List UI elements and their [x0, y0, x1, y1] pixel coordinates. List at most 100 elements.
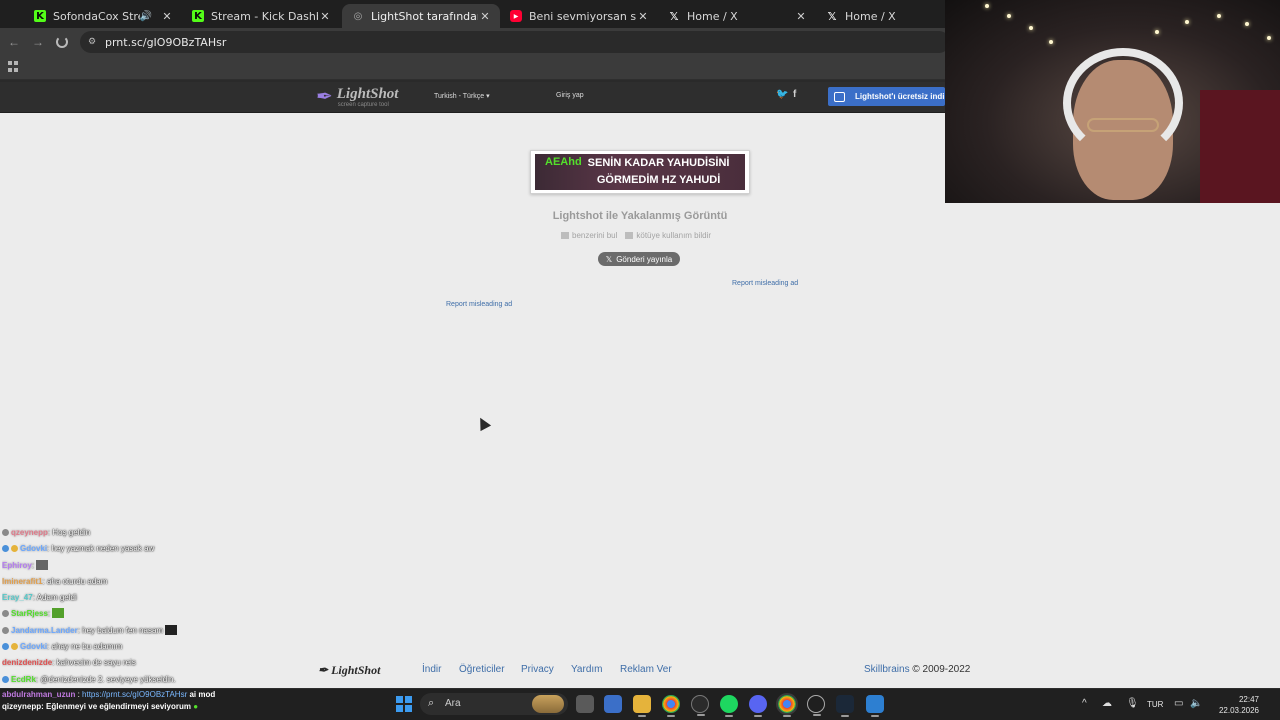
tab-kick-dashboard[interactable]: K Stream - Kick Dashboard ✕ — [182, 4, 340, 28]
tab-x-home-2[interactable]: 𝕏 Home / X — [816, 4, 946, 28]
twitter-icon[interactable]: 🐦 — [776, 89, 788, 100]
start-icon[interactable] — [396, 696, 412, 712]
chat-message: qzeynepp: Hoş geldin — [2, 526, 262, 542]
tab-sofondacox-stream[interactable]: K SofondaCox Stream - Watc 🔊 ✕ — [24, 4, 182, 28]
media-player-icon[interactable] — [807, 695, 825, 716]
chat-message: Gdovki: ahay ne bu adamım — [2, 640, 262, 656]
site-info-icon[interactable]: ⚙ — [88, 36, 98, 46]
chat-text: : aha oturdu adam — [42, 576, 108, 586]
microphone-icon[interactable]: 🎙 — [1126, 698, 1139, 709]
x-icon: 𝕏 — [827, 9, 837, 23]
download-icon — [834, 91, 845, 102]
badge-icon — [2, 626, 9, 634]
network-icon[interactable]: ▭ — [1174, 698, 1183, 709]
report-ad-link-left[interactable]: Report misleading ad — [446, 301, 512, 308]
discord-icon[interactable] — [749, 695, 767, 717]
lightshot-logo[interactable]: ✒ LightShot screen capture tool — [316, 86, 398, 108]
language-select[interactable]: Turkish - Türkçe ▾ — [434, 92, 490, 100]
chat-user: qzeynepp — [11, 528, 48, 537]
url-text[interactable]: prnt.sc/gIO9OBzTAHsr — [105, 36, 226, 49]
download-button[interactable]: Lightshot'ı ücretsiz indi — [828, 87, 945, 106]
speaker-icon[interactable]: 🔊 — [140, 11, 152, 22]
headset — [1063, 48, 1183, 158]
chat-message: Jandarma.Lander: hey baldum fen nasam — [2, 624, 262, 640]
logo-name: LightShot — [336, 86, 399, 102]
footer-link-help[interactable]: Yardım — [571, 664, 603, 675]
tab-lightshot[interactable]: ◎ LightShot tarafından Ekran Gör ✕ — [342, 4, 500, 28]
footer-link-tutorials[interactable]: Öğreticiler — [459, 664, 505, 675]
tab-title: Home / X — [687, 9, 738, 23]
tab-x-home[interactable]: 𝕏 Home / X ✕ — [658, 4, 816, 28]
taskbar-search[interactable]: ⌕ Ara — [420, 693, 568, 715]
post-button[interactable]: 𝕏 Gönderi yayınla — [598, 252, 680, 266]
report-abuse-link[interactable]: kötüye kullanım bildir — [625, 231, 711, 240]
search-icon: ⌕ — [428, 697, 435, 709]
chat-user: Eray_47 — [2, 593, 33, 603]
image-prefix: AEAhd — [545, 156, 582, 168]
forward-icon[interactable]: → — [30, 34, 46, 50]
kick-icon: K — [34, 10, 46, 22]
close-tab-icon[interactable]: ✕ — [318, 10, 332, 23]
obs-icon[interactable] — [691, 695, 709, 716]
facebook-icon[interactable]: f — [793, 89, 796, 100]
loading-icon[interactable] — [56, 36, 68, 48]
emote-icon — [165, 624, 178, 635]
copyright-text: © 2009-2022 — [912, 664, 971, 675]
volume-icon[interactable]: 🔈 — [1190, 698, 1202, 709]
close-tab-icon[interactable]: ✕ — [478, 10, 492, 23]
steam-icon[interactable] — [836, 695, 854, 717]
image-line-1: SENİN KADAR YAHUDİSİNİ — [587, 157, 730, 169]
badge-icon — [11, 545, 18, 553]
chrome-icon[interactable] — [662, 695, 680, 717]
footer-logo[interactable]: ✒ LightShot — [318, 663, 380, 678]
report-abuse-label: kötüye kullanım bildir — [636, 231, 712, 240]
store-icon[interactable] — [604, 695, 622, 713]
image-search-icon — [561, 232, 569, 239]
close-tab-icon[interactable]: ✕ — [794, 10, 808, 23]
webcam-overlay — [945, 0, 1280, 203]
chat-user: Iminerafit1 — [2, 576, 43, 586]
badge-icon — [2, 545, 9, 553]
system-clock[interactable]: 22:47 22.03.2026 — [1211, 694, 1259, 716]
chat-message: StarRjess: — [2, 607, 262, 623]
cloud-icon[interactable]: ☁ — [1102, 698, 1112, 709]
footer-link-download[interactable]: İndir — [422, 664, 441, 675]
close-tab-icon[interactable]: ✕ — [636, 10, 650, 23]
back-icon[interactable]: ← — [6, 34, 22, 50]
x-icon: 𝕏 — [669, 9, 679, 23]
chat-message: qizeynepp: Eğlenmeyi ve eğlendirmeyi sev… — [2, 701, 215, 713]
spotify-icon[interactable] — [720, 695, 738, 717]
badge-icon — [2, 643, 9, 651]
skillbrains-link[interactable]: Skillbrains — [864, 664, 910, 675]
footer-link-advertise[interactable]: Reklam Ver — [620, 664, 672, 675]
image-title: Lightshot ile Yakalanmış Görüntü — [552, 210, 728, 222]
tab-title: Home / X — [845, 9, 896, 23]
tray-overflow-icon[interactable]: ^ — [1082, 698, 1087, 709]
input-language[interactable]: TUR — [1147, 700, 1163, 709]
task-view-icon[interactable] — [576, 695, 594, 713]
report-ad-link-right[interactable]: Report misleading ad — [732, 280, 798, 287]
chat-user: Gdovki — [20, 544, 48, 554]
chat-text: ai mod — [189, 690, 216, 699]
chat-text: : — [47, 609, 51, 619]
badge-icon — [11, 643, 18, 651]
chat-link[interactable]: https://prnt.sc/gIO9OBzTAHsr — [82, 690, 187, 699]
captured-image[interactable]: AEAhd SENİN KADAR YAHUDİSİNİ GÖRMEDİM HZ… — [530, 150, 750, 194]
emote-icon — [52, 608, 65, 619]
app-icon[interactable] — [866, 695, 884, 717]
close-tab-icon[interactable]: ✕ — [160, 10, 174, 23]
chrome-active-icon[interactable] — [776, 693, 798, 717]
find-similar-link[interactable]: benzerini bul — [561, 231, 617, 240]
apps-grid-icon[interactable] — [8, 61, 19, 72]
chat-message: Eray_47: Adam geldi — [2, 591, 262, 607]
chat-user: abdulrahman_uzun — [2, 690, 76, 699]
chat-user: StarRjess — [11, 609, 48, 619]
download-label: Lightshot'ı ücretsiz indi — [855, 92, 945, 101]
emote-icon: ● — [193, 702, 199, 711]
feather-icon: ✒ — [316, 86, 333, 108]
file-explorer-icon[interactable] — [633, 695, 651, 717]
login-link[interactable]: Giriş yap — [556, 92, 584, 99]
chat-message: denizdenizde: kahvecim de sayu reis — [2, 656, 262, 672]
tab-youtube[interactable]: ▶ Beni sevmiyorsan siktirgit başk ✕ — [500, 4, 658, 28]
footer-link-privacy[interactable]: Privacy — [521, 664, 554, 675]
